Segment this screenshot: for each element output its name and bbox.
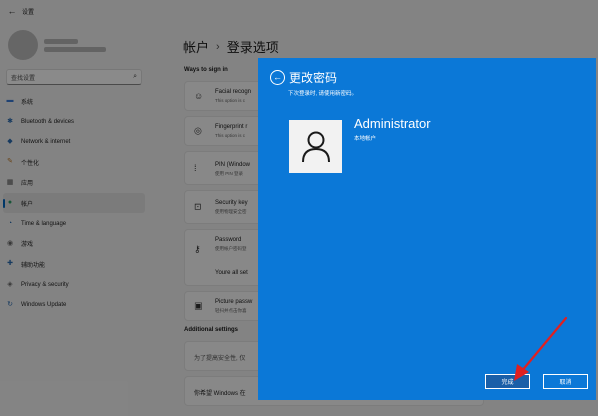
breadcrumb: 帐户 › 登录选项 xyxy=(183,37,279,56)
apps-icon: ▦ xyxy=(6,178,14,186)
sidebar-item-privacy[interactable]: ◈ Privacy & security xyxy=(0,275,148,295)
blurred-email xyxy=(44,46,106,52)
sidebar-item-personalization[interactable]: ✎ 个性化 xyxy=(0,152,148,172)
sidebar-item-bluetooth[interactable]: ✱ Bluetooth & devices xyxy=(0,111,148,131)
gamepad-icon: ◉ xyxy=(6,239,14,247)
sidebar-item-time-language[interactable]: ◔ Time & language xyxy=(0,213,148,233)
additional-settings-heading: Additional settings xyxy=(184,327,238,333)
person-icon: ● xyxy=(7,199,13,207)
back-circle-icon[interactable]: ← xyxy=(270,70,285,85)
avatar xyxy=(8,30,38,60)
page-title: 登录选项 xyxy=(226,40,279,55)
pin-icon: ⁞ xyxy=(194,163,197,173)
fingerprint-icon: ◎ xyxy=(194,125,202,136)
sidebar-item-windows-update[interactable]: ↻ Windows Update xyxy=(0,295,148,315)
cancel-button[interactable]: 取消 xyxy=(543,374,588,389)
user-icon xyxy=(301,131,330,162)
user-avatar-tile xyxy=(289,120,342,173)
change-password-dialog: ← 更改密码 下次登录时, 请使用新密码。 Administrator 本地帐户… xyxy=(258,58,596,400)
back-arrow-icon[interactable]: ← xyxy=(4,6,20,16)
shield-icon: ◈ xyxy=(7,280,13,288)
wifi-icon: ◆ xyxy=(7,137,13,145)
search-icon: ⌕ xyxy=(133,73,137,80)
user-profile[interactable] xyxy=(8,30,106,60)
blurred-name xyxy=(44,38,78,44)
sidebar-item-gaming[interactable]: ◉ 游戏 xyxy=(0,234,148,254)
password-status: Youre all set xyxy=(215,270,248,276)
globe-clock-icon: ◔ xyxy=(7,219,13,227)
breadcrumb-separator: › xyxy=(216,40,220,53)
accessibility-icon: ✚ xyxy=(7,260,13,268)
sidebar-item-accounts[interactable]: ● 帐户 xyxy=(3,192,145,214)
bluetooth-icon: ✱ xyxy=(7,117,13,125)
sidebar-item-accessibility[interactable]: ✚ 辅助功能 xyxy=(0,254,148,274)
dialog-subtitle: 下次登录时, 请使用新密码。 xyxy=(288,91,358,97)
breadcrumb-parent[interactable]: 帐户 xyxy=(183,37,209,56)
title-bar: ← 设置 xyxy=(0,0,598,22)
sidebar-nav: ▬ 系统 ✱ Bluetooth & devices ◆ Network & i… xyxy=(0,91,148,315)
app-title: 设置 xyxy=(22,9,35,16)
password-icon: ⚷ xyxy=(194,244,201,254)
picture-icon: ▣ xyxy=(194,300,203,311)
key-icon: ⊡ xyxy=(194,201,202,212)
ways-to-sign-in-heading: Ways to sign in xyxy=(184,67,228,73)
dialog-title: 更改密码 xyxy=(289,71,338,85)
sidebar-item-apps[interactable]: ▦ 应用 xyxy=(0,173,148,193)
monitor-icon: ▬ xyxy=(6,97,14,105)
face-icon: ☺ xyxy=(194,91,204,101)
update-icon: ↻ xyxy=(7,301,13,309)
account-type: 本地帐户 xyxy=(354,136,377,142)
brush-icon: ✎ xyxy=(7,158,13,166)
user-name: Administrator xyxy=(354,116,431,131)
sidebar-item-system[interactable]: ▬ 系统 xyxy=(0,91,148,111)
sidebar-item-network[interactable]: ◆ Network & internet xyxy=(0,132,148,152)
search-input[interactable]: 查找设置 ⌕ xyxy=(6,69,142,85)
finish-button[interactable]: 完成 xyxy=(485,374,530,389)
